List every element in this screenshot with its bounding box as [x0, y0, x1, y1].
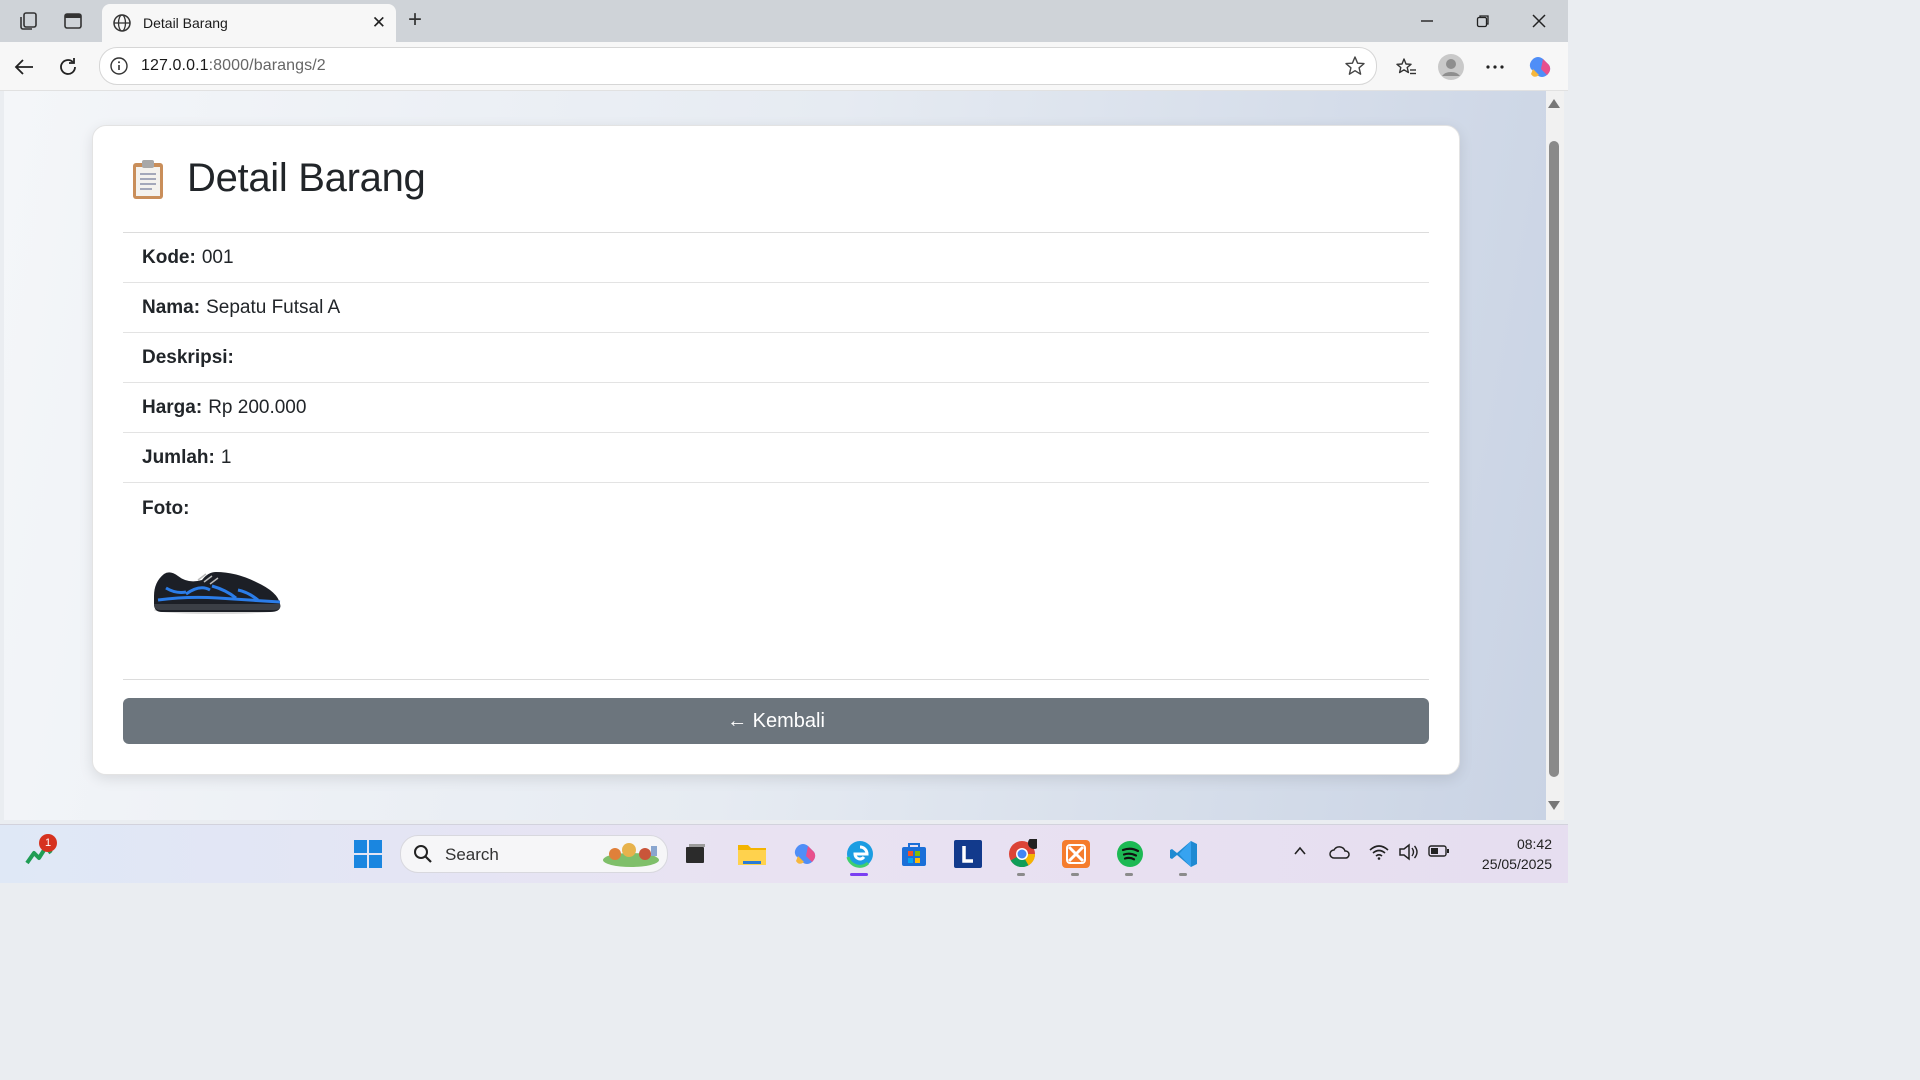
list-item-foto: Foto:: [123, 483, 1429, 680]
running-indicator: [1125, 873, 1133, 876]
running-indicator: [1071, 873, 1079, 876]
copilot-app-icon[interactable]: [789, 837, 823, 871]
page-heading: Detail Barang: [131, 156, 426, 201]
favorites-icon[interactable]: [1393, 54, 1419, 80]
file-explorer-icon[interactable]: [735, 837, 769, 871]
windows-start-icon[interactable]: [351, 837, 385, 871]
workspaces-icon[interactable]: [16, 8, 42, 34]
browser-toolbar: 127.0.0.1:8000/barangs/2: [0, 42, 1568, 91]
list-item-deskripsi: Deskripsi:: [123, 333, 1429, 383]
field-label: Deskripsi:: [142, 346, 234, 368]
clipboard-icon: [131, 158, 165, 200]
page-title: Detail Barang: [187, 156, 426, 200]
search-icon: [413, 844, 433, 869]
field-value: 1: [220, 446, 232, 468]
active-tab[interactable]: Detail Barang ✕: [102, 4, 396, 42]
detail-card: Detail Barang Kode: 001 Nama: Sepatu Fut…: [92, 125, 1460, 775]
site-info-icon[interactable]: [109, 56, 129, 81]
list-item-nama: Nama: Sepatu Futsal A: [123, 283, 1429, 333]
volume-icon[interactable]: [1398, 843, 1418, 866]
list-item-jumlah: Jumlah: 1: [123, 433, 1429, 483]
field-label: Nama:: [142, 296, 201, 318]
field-label: Kode:: [142, 246, 196, 268]
address-bar[interactable]: 127.0.0.1:8000/barangs/2: [99, 47, 1377, 85]
url-host: 127.0.0.1: [141, 57, 209, 74]
field-label: Jumlah:: [142, 446, 215, 468]
more-options-icon[interactable]: [1482, 54, 1508, 80]
url-path: :8000/barangs/2: [208, 57, 326, 74]
minimize-icon[interactable]: [1416, 10, 1438, 32]
back-button[interactable]: ← Kembali: [123, 698, 1429, 744]
wifi-icon[interactable]: [1368, 843, 1390, 866]
field-value: Sepatu Futsal A: [206, 296, 341, 318]
close-tab-icon[interactable]: ✕: [372, 13, 386, 33]
taskbar-search[interactable]: Search: [400, 835, 668, 873]
system-clock[interactable]: 08:42 25/05/2025: [1460, 834, 1552, 874]
l-app-icon[interactable]: [951, 837, 985, 871]
page-viewport: Detail Barang Kode: 001 Nama: Sepatu Fut…: [4, 91, 1546, 820]
task-view-icon[interactable]: [678, 837, 712, 871]
clock-time: 08:42: [1516, 836, 1552, 852]
scroll-up-icon[interactable]: [1548, 99, 1560, 108]
copilot-icon[interactable]: [1526, 52, 1556, 82]
chevron-up-icon[interactable]: [1292, 843, 1308, 864]
reload-icon[interactable]: [55, 54, 81, 80]
onedrive-cloud-icon[interactable]: [1328, 843, 1352, 866]
list-item-kode: Kode: 001: [123, 233, 1429, 283]
edge-browser-icon[interactable]: [843, 837, 877, 871]
list-item-harga: Harga: Rp 200.000: [123, 383, 1429, 433]
vscode-icon[interactable]: [1167, 837, 1201, 871]
notification-badge: 1: [39, 834, 57, 852]
field-value: Rp 200.000: [208, 396, 307, 418]
url-text[interactable]: 127.0.0.1:8000/barangs/2: [141, 57, 326, 75]
taskbar: 1 Search 08:42 25/05/2025: [0, 824, 1568, 883]
favorite-star-icon[interactable]: [1344, 55, 1366, 82]
new-tab-button[interactable]: +: [408, 7, 422, 33]
clock-date: 25/05/2025: [1481, 856, 1552, 872]
restore-icon[interactable]: [1472, 10, 1494, 32]
field-value: 001: [201, 246, 234, 268]
page-scrollbar[interactable]: [1546, 91, 1564, 820]
tab-bar: Detail Barang ✕ +: [0, 0, 1568, 42]
search-highlight-icon: [601, 840, 661, 873]
tab-title: Detail Barang: [143, 15, 228, 31]
vertical-tabs-icon[interactable]: [60, 8, 86, 34]
running-indicator: [1179, 873, 1187, 876]
running-indicator: [1017, 873, 1025, 876]
close-window-icon[interactable]: [1528, 10, 1550, 32]
back-arrow-icon[interactable]: [11, 54, 37, 80]
xampp-icon[interactable]: [1059, 837, 1093, 871]
field-label: Harga:: [142, 396, 203, 418]
chrome-icon[interactable]: [1005, 837, 1039, 871]
profile-avatar-icon[interactable]: [1436, 52, 1466, 82]
search-placeholder: Search: [445, 845, 499, 864]
scroll-thumb[interactable]: [1549, 141, 1559, 777]
globe-icon: [112, 13, 132, 38]
spotify-icon[interactable]: [1113, 837, 1147, 871]
microsoft-store-icon[interactable]: [897, 837, 931, 871]
battery-icon[interactable]: [1428, 843, 1450, 864]
field-label: Foto:: [142, 498, 190, 519]
active-app-indicator: [850, 873, 868, 876]
shoe-photo: [146, 556, 286, 622]
scroll-down-icon[interactable]: [1548, 801, 1560, 810]
detail-list: Kode: 001 Nama: Sepatu Futsal A Deskrips…: [123, 232, 1429, 680]
